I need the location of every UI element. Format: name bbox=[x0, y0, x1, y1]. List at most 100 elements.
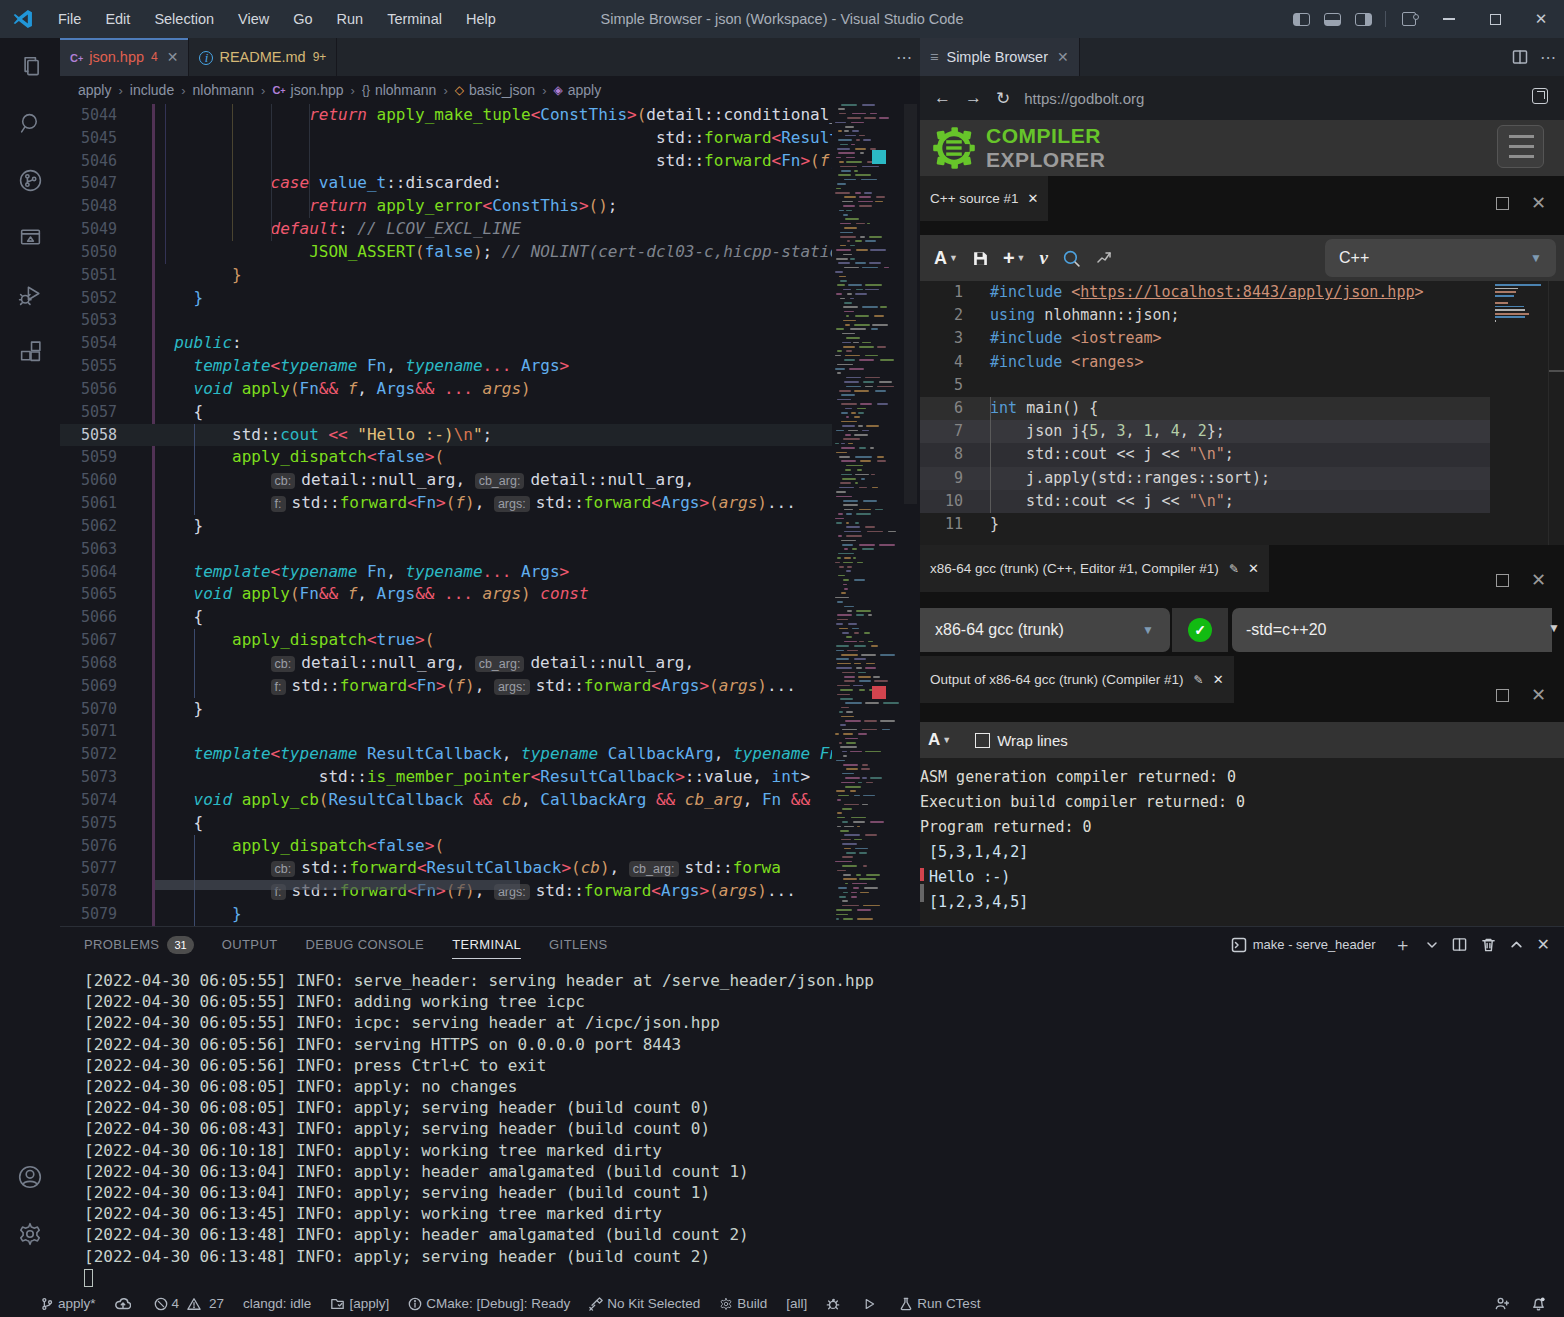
status-bell[interactable] bbox=[1531, 1296, 1550, 1311]
close-button[interactable]: ✕ bbox=[1518, 0, 1564, 38]
source-maximize-icon[interactable] bbox=[1496, 197, 1509, 210]
ce-source-editor[interactable]: 1#include <https://localhost:8443/apply/… bbox=[920, 281, 1564, 545]
editor-more-actions-icon[interactable]: ⋯ bbox=[896, 38, 912, 76]
output-tab-close-icon[interactable]: ✕ bbox=[1213, 672, 1224, 687]
code-editor[interactable]: 5044 return apply_make_tuple<ConstThis>(… bbox=[60, 104, 832, 926]
account-icon[interactable] bbox=[0, 1148, 60, 1205]
terminal-process-label[interactable]: make - serve_header bbox=[1253, 937, 1376, 952]
reload-icon[interactable]: ↻ bbox=[996, 88, 1010, 109]
open-external-icon[interactable] bbox=[1532, 88, 1548, 104]
wrap-lines-checkbox[interactable] bbox=[975, 733, 990, 748]
status-run-ctest[interactable]: Run CTest bbox=[899, 1296, 980, 1311]
panel-tab-debug-console[interactable]: DEBUG CONSOLE bbox=[306, 927, 425, 962]
status-person[interactable] bbox=[1494, 1296, 1513, 1311]
status-build[interactable]: Build bbox=[719, 1296, 767, 1311]
language-select[interactable]: C++ ▼ bbox=[1325, 239, 1556, 277]
source-control-icon[interactable] bbox=[0, 152, 60, 209]
compiler-tab-close-icon[interactable]: ✕ bbox=[1248, 561, 1259, 576]
split-editor-icon[interactable] bbox=[1512, 49, 1528, 65]
breadcrumb-item-json-hpp[interactable]: C+json.hpp bbox=[272, 82, 343, 98]
forward-icon[interactable]: → bbox=[965, 88, 982, 108]
compiler-options-field[interactable]: -std=c++20 bbox=[1232, 608, 1552, 652]
toggle-sidebar-icon[interactable] bbox=[1293, 13, 1310, 26]
close-panel-icon[interactable]: ✕ bbox=[1537, 935, 1550, 954]
tab-json-hpp[interactable]: C+json.hpp4✕ bbox=[60, 38, 189, 76]
run-debug-icon[interactable] bbox=[0, 266, 60, 323]
terminal-output[interactable]: [2022-04-30 06:05:55] INFO: serve_header… bbox=[84, 970, 874, 1267]
zoom-icon[interactable] bbox=[1062, 249, 1081, 268]
editor-scrollbar[interactable] bbox=[903, 104, 918, 926]
minimize-button[interactable] bbox=[1426, 0, 1472, 38]
menu-help[interactable]: Help bbox=[454, 0, 508, 38]
status-4[interactable]: 427 bbox=[154, 1296, 225, 1311]
add-pane-icon[interactable]: +▼ bbox=[1003, 247, 1026, 270]
quick-benchmark-icon[interactable] bbox=[1095, 249, 1113, 267]
menu-view[interactable]: View bbox=[226, 0, 281, 38]
breadcrumb[interactable]: apply›include›nlohmann›C+json.hpp›{}nloh… bbox=[60, 76, 920, 104]
editor-horizontal-scrollbar[interactable] bbox=[155, 880, 520, 890]
vim-mode-icon[interactable]: v bbox=[1040, 247, 1048, 269]
status--all-[interactable]: [all] bbox=[786, 1296, 807, 1311]
output-pane-tab[interactable]: Output of x86-64 gcc (trunk) (Compiler #… bbox=[920, 656, 1234, 703]
compiler-select[interactable]: x86-64 gcc (trunk) ▼ bbox=[920, 608, 1170, 652]
menu-go[interactable]: Go bbox=[281, 0, 324, 38]
url-field[interactable]: https://godbolt.org bbox=[1024, 90, 1144, 107]
maximize-panel-icon[interactable] bbox=[1510, 938, 1523, 951]
menu-edit[interactable]: Edit bbox=[93, 0, 142, 38]
ce-logo-icon[interactable] bbox=[926, 122, 982, 174]
toggle-secondary-sidebar-icon[interactable] bbox=[1355, 13, 1372, 26]
tab-close-icon[interactable]: ✕ bbox=[1057, 49, 1069, 65]
panel-tab-gitlens[interactable]: GITLENS bbox=[549, 927, 607, 962]
breadcrumb-item-apply[interactable]: ◈apply bbox=[553, 82, 601, 98]
output-maximize-icon[interactable] bbox=[1496, 689, 1509, 702]
new-terminal-icon[interactable]: ＋ bbox=[1394, 933, 1412, 957]
menu-run[interactable]: Run bbox=[325, 0, 376, 38]
output-tab-edit-icon[interactable]: ✎ bbox=[1194, 673, 1204, 687]
breadcrumb-item-include[interactable]: include bbox=[130, 82, 174, 98]
status-bug[interactable] bbox=[826, 1297, 844, 1311]
split-terminal-icon[interactable] bbox=[1452, 937, 1467, 952]
tab-simple-browser[interactable]: ≡ Simple Browser ✕ bbox=[920, 38, 1080, 76]
panel-tab-output[interactable]: OUTPUT bbox=[222, 927, 278, 962]
status-no-kit-selected[interactable]: No Kit Selected bbox=[589, 1296, 700, 1311]
customize-layout-icon[interactable] bbox=[1402, 12, 1416, 26]
remote-window-icon[interactable] bbox=[0, 209, 60, 266]
source-tab-close-icon[interactable]: ✕ bbox=[1028, 191, 1039, 206]
maximize-button[interactable] bbox=[1472, 0, 1518, 38]
breadcrumb-item-apply[interactable]: apply bbox=[78, 82, 111, 98]
tab-close-icon[interactable]: ✕ bbox=[167, 49, 179, 65]
compiler-pane-tab[interactable]: x86-64 gcc (trunk) (C++, Editor #1, Comp… bbox=[920, 545, 1269, 592]
status--apply-[interactable]: [apply] bbox=[330, 1296, 389, 1311]
tab-readme-md[interactable]: iREADME.md9+ bbox=[189, 38, 337, 76]
minimap[interactable] bbox=[832, 104, 903, 926]
toggle-panel-icon[interactable] bbox=[1324, 13, 1341, 26]
more-actions-icon[interactable]: ⋯ bbox=[1540, 48, 1556, 67]
status-play[interactable] bbox=[863, 1297, 880, 1311]
source-pane-tab[interactable]: C++ source #1 ✕ bbox=[920, 176, 1048, 221]
font-size-icon[interactable]: A▼ bbox=[934, 248, 958, 269]
menu-file[interactable]: File bbox=[46, 0, 93, 38]
save-icon[interactable] bbox=[972, 250, 989, 267]
settings-icon[interactable] bbox=[0, 1205, 60, 1262]
status-cloud[interactable] bbox=[115, 1297, 135, 1311]
breadcrumb-item-nlohmann[interactable]: nlohmann bbox=[193, 82, 255, 98]
status-apply-[interactable]: apply* bbox=[40, 1296, 96, 1311]
breadcrumb-item-nlohmann[interactable]: {}nlohmann bbox=[362, 82, 437, 98]
status-clangd-idle[interactable]: clangd: idle bbox=[243, 1296, 311, 1311]
options-caret-icon[interactable]: ▼ bbox=[1548, 621, 1560, 635]
terminal-dropdown-icon[interactable] bbox=[1426, 939, 1438, 951]
search-icon[interactable] bbox=[0, 95, 60, 152]
output-font-size-icon[interactable]: A▼ bbox=[928, 730, 951, 750]
hamburger-menu-icon[interactable] bbox=[1497, 125, 1544, 168]
back-icon[interactable]: ← bbox=[934, 88, 951, 108]
output-close-icon[interactable]: ✕ bbox=[1531, 684, 1546, 706]
compiler-tab-edit-icon[interactable]: ✎ bbox=[1229, 562, 1239, 576]
explorer-icon[interactable] bbox=[0, 38, 60, 95]
source-close-icon[interactable]: ✕ bbox=[1531, 192, 1546, 214]
kill-terminal-icon[interactable] bbox=[1481, 937, 1496, 952]
compiler-close-icon[interactable]: ✕ bbox=[1531, 569, 1546, 591]
compiler-maximize-icon[interactable] bbox=[1496, 574, 1509, 587]
breadcrumb-item-basic-json[interactable]: ◇basic_json bbox=[455, 82, 535, 98]
extensions-icon[interactable] bbox=[0, 323, 60, 380]
status-cmake-debug-ready[interactable]: CMake: [Debug]: Ready bbox=[408, 1296, 570, 1311]
